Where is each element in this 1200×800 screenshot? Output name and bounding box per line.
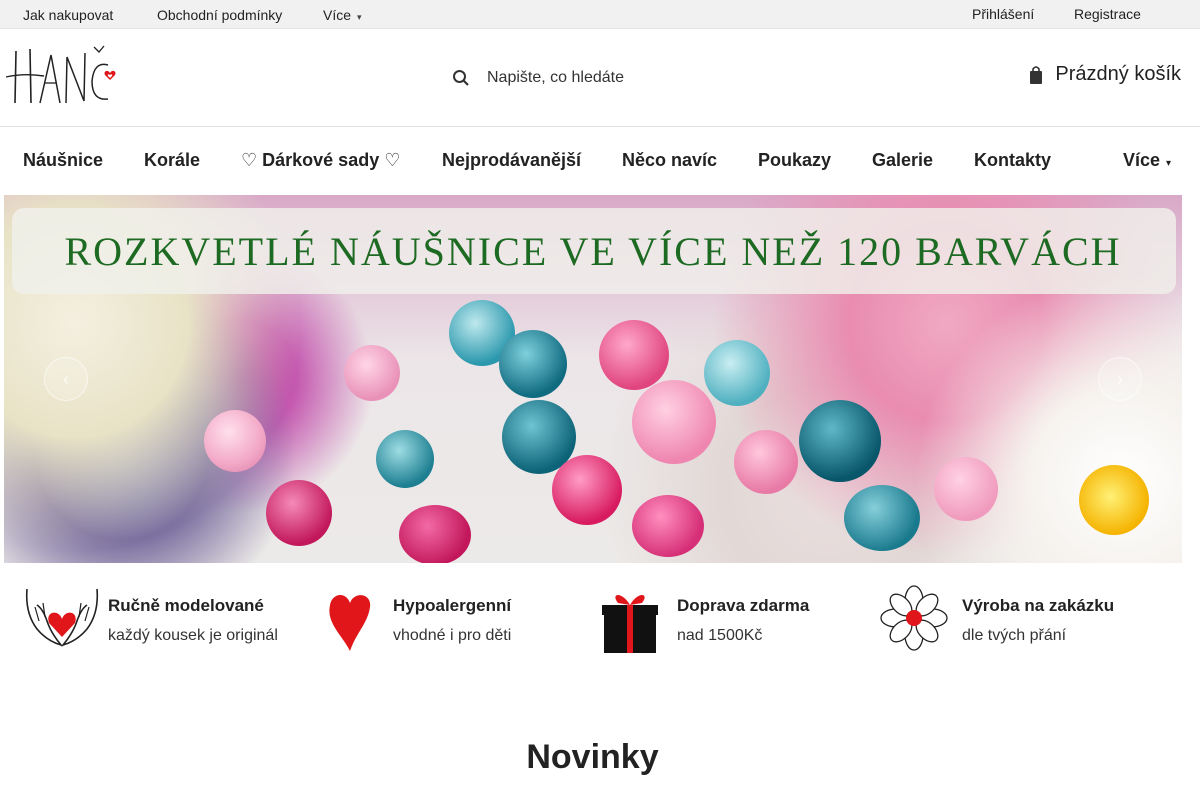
nav-item-more[interactable]: Více ▾ (1123, 150, 1171, 171)
hands-heart-icon (25, 588, 99, 647)
chevron-left-icon: ‹ (63, 368, 69, 389)
login-link[interactable]: Přihlášení (972, 6, 1034, 22)
feature-hypoallergenic: Hypoalergenní vhodné i pro děti (320, 580, 590, 656)
logo[interactable] (4, 43, 119, 107)
heart-icon (329, 594, 371, 651)
banner-headline: ROZKVETLÉ NÁUŠNICE VE VÍCE NEŽ 120 BARVÁ… (64, 229, 1122, 274)
cart-button[interactable]: Prázdný košík (1029, 63, 1181, 86)
nav-item-earrings[interactable]: Náušnice (23, 150, 103, 171)
feature-title: Výroba na zakázku (962, 596, 1115, 615)
banner-earring (599, 320, 669, 390)
nav-item-contacts[interactable]: Kontakty (974, 150, 1051, 171)
feature-subtitle: každý kousek je originál (108, 627, 278, 644)
feature-custom-made: Výroba na zakázku dle tvých přání (876, 580, 1176, 656)
banner-earring (204, 410, 266, 472)
banner-earring (399, 505, 471, 563)
banner-earring (266, 480, 332, 546)
site-header: Napište, co hledáte Prázdný košík (0, 29, 1200, 127)
feature-subtitle: nad 1500Kč (677, 627, 763, 644)
banner-earring (799, 400, 881, 482)
logo-icon (5, 45, 116, 104)
chevron-down-icon: ▾ (357, 12, 362, 22)
banner-earring (376, 430, 434, 488)
nav-item-gift-sets[interactable]: ♡ Dárkové sady ♡ (241, 150, 400, 171)
feature-title: Doprava zdarma (677, 596, 810, 615)
chevron-right-icon: › (1117, 368, 1123, 389)
banner-earring (704, 340, 770, 406)
carousel-prev-button[interactable]: ‹ (44, 357, 88, 401)
banner-earring (734, 430, 798, 494)
banner-earring (632, 495, 704, 557)
banner-earring (934, 457, 998, 521)
nav-item-vouchers[interactable]: Poukazy (758, 150, 831, 171)
feature-title: Ručně modelované (108, 596, 264, 615)
nav-more-label: Více (1123, 150, 1161, 170)
banner-earring (632, 380, 716, 464)
nav-item-bestsellers[interactable]: Nejprodávanější (442, 150, 581, 171)
cart-icon (1030, 65, 1043, 84)
topbar-link-terms[interactable]: Obchodní podmínky (157, 7, 282, 23)
hero-banner[interactable]: ROZKVETLÉ NÁUŠNICE VE VÍCE NEŽ 120 BARVÁ… (4, 195, 1182, 563)
feature-subtitle: vhodné i pro děti (393, 627, 512, 644)
gift-icon (602, 595, 658, 653)
feature-handmade: Ručně modelované každý kousek je originá… (23, 580, 313, 656)
search-input[interactable]: Napište, co hledáte (487, 69, 624, 87)
cart-label: Prázdný košík (1055, 63, 1181, 85)
nav-item-beads[interactable]: Korále (144, 150, 200, 171)
banner-earring (844, 485, 920, 551)
banner-earring (344, 345, 400, 401)
main-nav: Náušnice Korále ♡ Dárkové sady ♡ Nejprod… (0, 127, 1200, 195)
topbar-link-how-to-buy[interactable]: Jak nakupovat (23, 7, 113, 23)
section-title-new: Novinky (526, 738, 659, 776)
chevron-down-icon: ▾ (1166, 158, 1172, 169)
feature-subtitle: dle tvých přání (962, 627, 1067, 644)
flower-icon (880, 585, 948, 651)
feature-title: Hypoalergenní (393, 596, 512, 615)
banner-earring (552, 455, 622, 525)
register-link[interactable]: Registrace (1074, 6, 1141, 22)
feature-free-shipping: Doprava zdarma nad 1500Kč (600, 580, 870, 656)
topbar-more[interactable]: Více ▾ (323, 7, 362, 23)
top-bar: Jak nakupovat Obchodní podmínky Více ▾ Př… (0, 0, 1200, 29)
search-bar[interactable]: Napište, co hledáte (452, 65, 624, 91)
nav-item-gallery[interactable]: Galerie (872, 150, 933, 171)
topbar-more-label: Více (323, 7, 352, 23)
banner-flower-center (1079, 465, 1149, 535)
features-strip: Ručně modelované každý kousek je originá… (0, 580, 1200, 660)
carousel-next-button[interactable]: › (1098, 357, 1142, 401)
banner-earring (499, 330, 567, 398)
nav-item-extras[interactable]: Něco navíc (622, 150, 717, 171)
search-icon[interactable] (452, 69, 470, 87)
